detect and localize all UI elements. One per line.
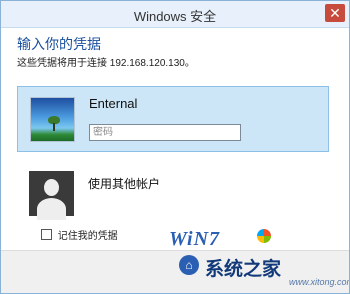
title-bar[interactable]: Windows 安全 ✕ — [1, 1, 349, 28]
account-tile-other[interactable]: 使用其他帐户 — [17, 153, 329, 220]
landscape-photo-icon — [30, 97, 75, 142]
window-title: Windows 安全 — [133, 9, 217, 24]
generic-user-icon — [29, 171, 74, 220]
site-watermark: WiN7 ⌂ 系统之家 www.xitong.com — [169, 223, 349, 293]
other-account-label: 使用其他帐户 — [88, 177, 161, 191]
house-icon: ⌂ — [179, 255, 199, 275]
remember-credentials[interactable]: 记住我的凭据 — [41, 227, 118, 242]
dialog-subheading: 这些凭据将用于连接 192.168.120.130。 — [17, 58, 195, 69]
credential-dialog: Windows 安全 ✕ 输入你的凭据 这些凭据将用于连接 192.168.12… — [0, 0, 350, 294]
account-tile-enternal[interactable]: Enternal — [17, 86, 329, 152]
watermark-url: www.xitong.com — [289, 277, 350, 287]
password-input[interactable] — [89, 124, 241, 141]
watermark-logo: WiN7 — [169, 228, 221, 250]
remember-label: 记住我的凭据 — [57, 231, 118, 242]
close-icon: ✕ — [329, 5, 341, 21]
windows-flag-icon — [257, 229, 271, 243]
remember-checkbox[interactable] — [41, 229, 52, 240]
account-name: Enternal — [89, 96, 138, 111]
close-button[interactable]: ✕ — [325, 4, 345, 22]
watermark-brand: 系统之家 — [205, 259, 282, 280]
dialog-heading: 输入你的凭据 — [17, 36, 101, 52]
